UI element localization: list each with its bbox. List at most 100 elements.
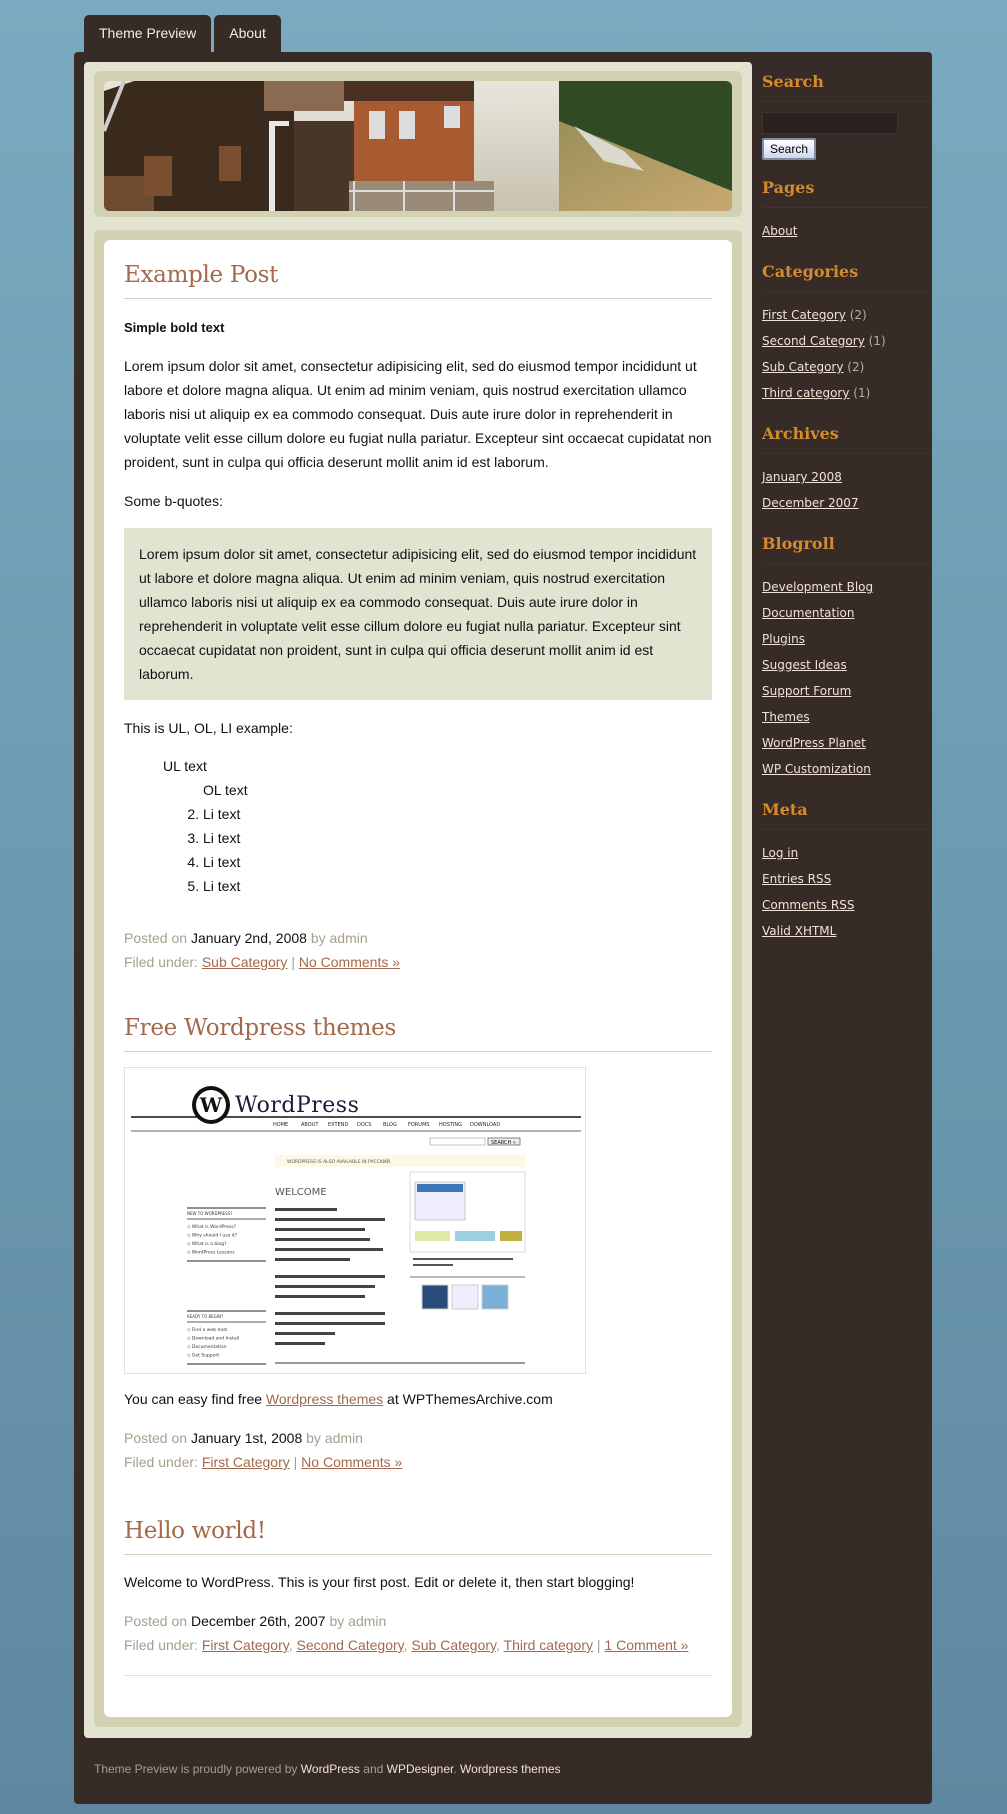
widget-title: Meta <box>762 800 932 830</box>
meta-link-entries-rss[interactable]: Entries RSS <box>762 872 831 886</box>
footer-text: and <box>363 1762 384 1776</box>
post-meta: Posted on December 26th, 2007 by admin F… <box>124 1613 689 1653</box>
tab-theme-preview[interactable]: Theme Preview <box>84 15 212 53</box>
wp-notice: WORDPRESS IS ALSO AVAILABLE IN РУССКИЙ. <box>287 1158 391 1165</box>
page-wrapper: Example Post Simple bold text Lorem ipsu… <box>74 52 932 1804</box>
header-frame <box>94 71 742 217</box>
search-button[interactable]: Search <box>762 138 817 160</box>
comments-link[interactable]: No Comments » <box>299 954 400 970</box>
footer-text: Theme Preview is proudly powered by <box>94 1762 298 1776</box>
meta-link-valid-xhtml[interactable]: Valid XHTML <box>762 924 836 938</box>
header-photo-cabins <box>104 81 732 211</box>
wp-new-heading: NEW TO WORDPRESS? <box>187 1211 233 1216</box>
blockquote: Lorem ipsum dolor sit amet, consectetur … <box>124 528 712 700</box>
widget-title: Blogroll <box>762 534 932 564</box>
post-meta: Posted on January 2nd, 2008 by admin Fil… <box>124 930 401 970</box>
widget-title: Categories <box>762 262 932 292</box>
search-input[interactable] <box>762 112 898 134</box>
ol-list: OL text Li text Li text Li text Li text <box>163 778 712 898</box>
footer-link-wpdesigner[interactable]: WPDesigner <box>387 1762 454 1776</box>
posted-on-label: Posted on <box>124 1430 188 1446</box>
li-item: Li text <box>203 826 712 850</box>
post-paragraph: Lorem ipsum dolor sit amet, consectetur … <box>124 358 712 470</box>
list-intro: This is UL, OL, LI example: <box>124 720 293 736</box>
post-title[interactable]: Hello world! <box>124 1518 712 1555</box>
meta-link-comments-rss[interactable]: Comments RSS <box>762 898 854 912</box>
blogroll-link[interactable]: Support Forum <box>762 684 851 698</box>
by-label: by <box>306 1430 321 1446</box>
post-title[interactable]: Example Post <box>124 262 712 299</box>
wp-welcome: WELCOME <box>275 1187 327 1198</box>
category-link[interactable]: First Category <box>202 1637 289 1653</box>
wp-side-link: ◇ Why should I use it? <box>187 1233 238 1239</box>
wp-side-link: ◇ WordPress Lessons <box>187 1250 235 1256</box>
li-item: Li text <box>203 850 712 874</box>
wp-menu-item: DOWNLOAD <box>470 1122 500 1128</box>
meta-link-login[interactable]: Log in <box>762 846 798 860</box>
archive-link[interactable]: December 2007 <box>762 496 859 510</box>
archive-link[interactable]: January 2008 <box>762 470 842 484</box>
blogroll-link[interactable]: Suggest Ideas <box>762 658 847 672</box>
posted-on-label: Posted on <box>124 1613 188 1629</box>
wp-search-btn: SEARCH » <box>491 1140 516 1146</box>
post-author: admin <box>324 1430 363 1446</box>
post-body: Welcome to WordPress. This is your first… <box>124 1574 635 1590</box>
sidebar-link-about[interactable]: About <box>762 224 797 238</box>
wordpress-themes-link[interactable]: Wordpress themes <box>266 1391 383 1407</box>
wp-menu-item: ABOUT <box>301 1122 319 1128</box>
wp-side-link: ◇ Documentation <box>187 1344 227 1350</box>
post-hello-world: Hello world! Welcome to WordPress. This … <box>124 1518 712 1676</box>
sidebar-category-link[interactable]: Sub Category <box>762 360 843 374</box>
blogroll-link[interactable]: WordPress Planet <box>762 736 866 750</box>
wp-menu-item: HOSTING <box>439 1122 462 1128</box>
wp-side-link: ◇ Find a web host <box>187 1327 227 1333</box>
sidebar: Search Search Pages About Categories Fir… <box>762 62 932 962</box>
category-count: (2) <box>849 308 867 322</box>
category-link[interactable]: Second Category <box>296 1637 403 1653</box>
wp-menu-item: EXTEND <box>328 1122 348 1128</box>
blogroll-link[interactable]: Development Blog <box>762 580 873 594</box>
category-link[interactable]: Sub Category <box>411 1637 496 1653</box>
bold-text: Simple bold text <box>124 320 225 335</box>
blogroll-link[interactable]: WP Customization <box>762 762 871 776</box>
sidebar-category-link[interactable]: First Category <box>762 308 846 322</box>
category-link[interactable]: Sub Category <box>202 954 288 970</box>
wp-side-link: ◇ What is a blog? <box>187 1241 227 1247</box>
wp-menu-item: DOCS <box>357 1122 371 1128</box>
widget-title: Archives <box>762 424 932 454</box>
body-text: at WPThemesArchive.com <box>387 1391 553 1407</box>
wp-logo-text: WordPress <box>235 1093 359 1118</box>
wordpress-screenshot-image: W WordPress HOME ABOUT EXTEND DOCS BLOG FORUM… <box>124 1067 586 1374</box>
category-link[interactable]: Third category <box>504 1637 593 1653</box>
blogroll-link[interactable]: Plugins <box>762 632 805 646</box>
comments-link[interactable]: No Comments » <box>301 1454 402 1470</box>
top-nav: Theme Preview About <box>84 15 281 53</box>
category-link[interactable]: First Category <box>202 1454 290 1470</box>
widget-pages: Pages About <box>762 178 932 244</box>
wp-side-link: ◇ Get Support <box>187 1353 219 1359</box>
ol-text: OL text <box>203 782 248 798</box>
wp-menu-item: BLOG <box>383 1122 397 1128</box>
blogroll-link[interactable]: Documentation <box>762 606 855 620</box>
wordpress-site-screenshot: W WordPress HOME ABOUT EXTEND DOCS BLOG FORUM… <box>131 1086 581 1365</box>
post-divider <box>124 1675 712 1676</box>
post-date: January 1st, 2008 <box>190 1430 303 1446</box>
sidebar-category-link[interactable]: Third category <box>762 386 849 400</box>
ul-item: UL text OL text Li text Li text Li text … <box>163 754 712 898</box>
filed-under-label: Filed under: <box>124 1637 198 1653</box>
footer: Theme Preview is proudly powered by Word… <box>94 1762 561 1776</box>
comments-link[interactable]: 1 Comment » <box>604 1637 688 1653</box>
category-count: (1) <box>868 334 886 348</box>
footer-link-wordpress-themes[interactable]: Wordpress themes <box>460 1762 560 1776</box>
tab-about[interactable]: About <box>214 15 281 53</box>
ul-list: UL text OL text Li text Li text Li text … <box>124 754 712 898</box>
filed-under-label: Filed under: <box>124 1454 198 1470</box>
main-column: Example Post Simple bold text Lorem ipsu… <box>84 62 752 1738</box>
bquote-intro: Some b-quotes: <box>124 493 223 509</box>
sidebar-category-link[interactable]: Second Category <box>762 334 865 348</box>
posted-on-label: Posted on <box>124 930 188 946</box>
blogroll-link[interactable]: Themes <box>762 710 810 724</box>
post-date: December 26th, 2007 <box>190 1613 326 1629</box>
footer-link-wordpress[interactable]: WordPress <box>301 1762 360 1776</box>
post-title[interactable]: Free Wordpress themes <box>124 1015 712 1052</box>
